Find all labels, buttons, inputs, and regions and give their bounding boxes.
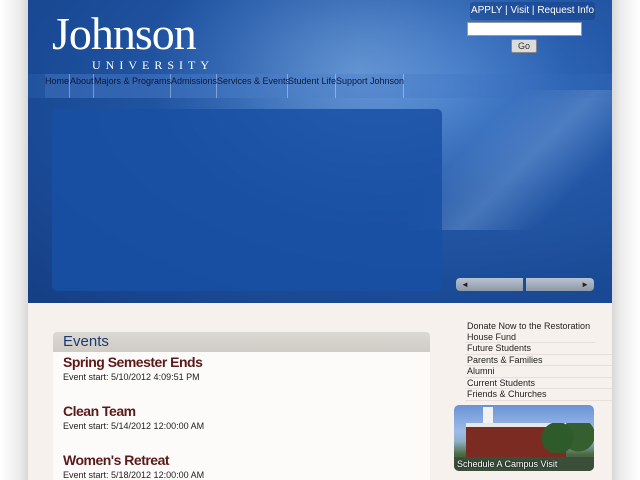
event-item: Clean Team Event start: 5/14/2012 12:00:… <box>53 403 430 431</box>
link-friends-churches[interactable]: Friends & Churches <box>465 389 612 401</box>
event-start: Event start: 5/18/2012 12:00:00 AM <box>63 470 205 480</box>
event-start: Event start: 5/14/2012 12:00:00 AM <box>63 421 205 431</box>
page-shadow-left <box>0 0 28 480</box>
event-title[interactable]: Women's Retreat <box>63 452 430 468</box>
search-input[interactable] <box>467 22 582 36</box>
event-item: Spring Semester Ends Event start: 5/10/2… <box>53 354 430 382</box>
link-alumni[interactable]: Alumni <box>465 366 612 378</box>
nav-item-majors-programs[interactable]: Majors & Programs <box>94 74 171 98</box>
main-nav: Home About Majors & Programs Admissions … <box>45 74 404 98</box>
link-donate-restoration[interactable]: Donate Now to the Restoration House Fund <box>465 321 595 343</box>
quick-links: Donate Now to the Restoration House Fund… <box>465 321 612 401</box>
logo-subtitle: UNIVERSITY <box>92 58 214 72</box>
campus-visit-label: Schedule A Campus Visit <box>457 459 558 469</box>
nav-item-services-events[interactable]: Services & Events <box>217 74 290 98</box>
event-start: Event start: 5/10/2012 4:09:51 PM <box>63 372 200 382</box>
nav-item-support-johnson[interactable]: Support Johnson <box>336 74 404 98</box>
link-parents-families[interactable]: Parents & Families <box>465 355 612 366</box>
university-logo[interactable]: Johnson UNIVERSITY <box>52 8 242 73</box>
page-shadow-right <box>612 0 640 480</box>
campus-visit-banner[interactable]: Schedule A Campus Visit <box>454 405 594 471</box>
site-header: Johnson UNIVERSITY APPLY | Visit | Reque… <box>28 0 612 303</box>
main-content: Events Spring Semester Ends Event start:… <box>28 303 612 480</box>
nav-item-student-life[interactable]: Student Life <box>288 74 336 98</box>
search-go-button[interactable]: Go <box>511 39 537 53</box>
nav-item-home[interactable]: Home <box>45 74 70 98</box>
event-item: Women's Retreat Event start: 5/18/2012 1… <box>53 452 430 480</box>
utility-links: APPLY | Visit | Request Info <box>470 2 595 20</box>
visit-link[interactable]: Visit <box>510 5 529 16</box>
events-heading: Events <box>53 332 430 352</box>
slideshow-panel <box>52 109 442 291</box>
event-title[interactable]: Spring Semester Ends <box>63 354 430 370</box>
campus-trees <box>542 423 594 453</box>
link-future-students[interactable]: Future Students <box>465 343 612 355</box>
nav-item-admissions[interactable]: Admissions <box>171 74 217 98</box>
logo-wordmark: Johnson <box>52 8 197 59</box>
link-current-students[interactable]: Current Students <box>465 378 612 389</box>
slideshow-prev-button[interactable]: ◄ <box>456 278 523 291</box>
apply-link[interactable]: APPLY <box>471 5 502 16</box>
event-title[interactable]: Clean Team <box>63 403 430 419</box>
nav-item-about[interactable]: About <box>70 74 94 98</box>
events-panel: Events Spring Semester Ends Event start:… <box>53 332 430 480</box>
slideshow-next-button[interactable]: ► <box>526 278 594 291</box>
request-info-link[interactable]: Request Info <box>537 5 594 16</box>
